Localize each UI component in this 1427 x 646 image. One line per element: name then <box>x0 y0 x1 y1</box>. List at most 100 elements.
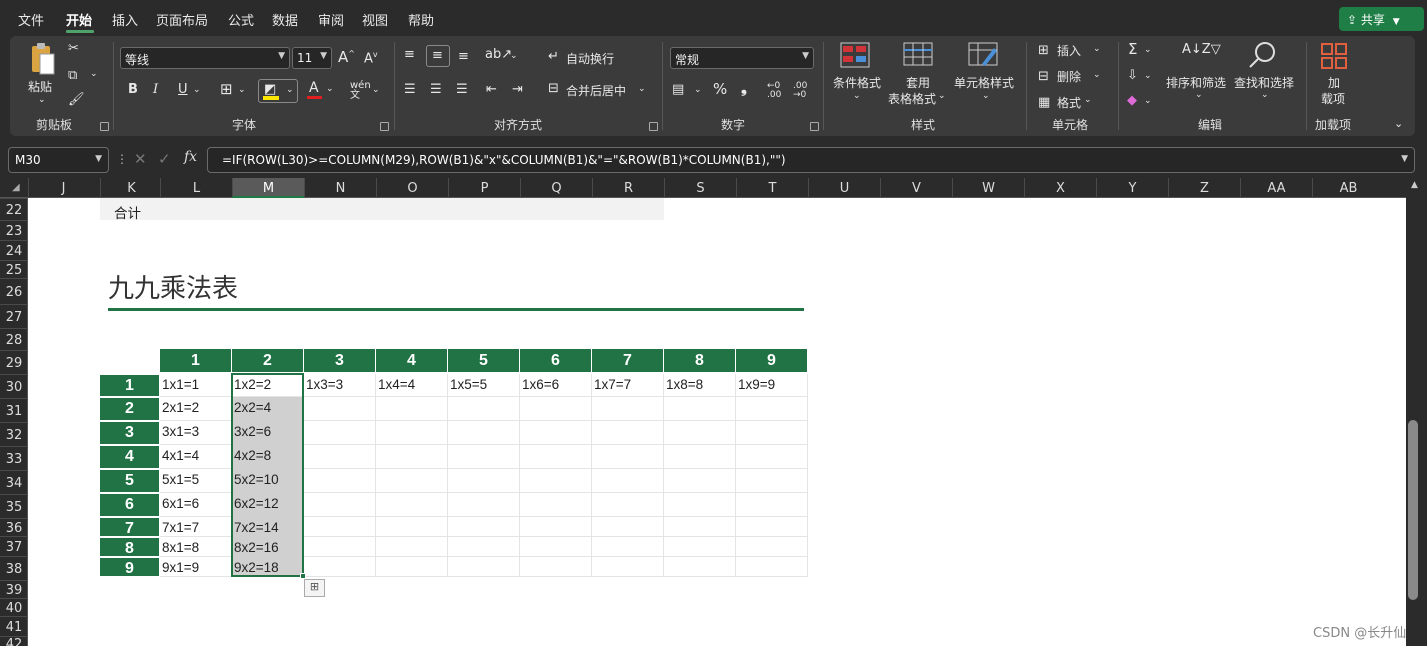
grid-cell[interactable] <box>520 537 592 557</box>
row-header-29[interactable]: 29 <box>0 350 28 374</box>
table-cell[interactable]: 2x2=4 <box>232 397 271 415</box>
name-box[interactable]: M30 ▼ <box>8 147 109 173</box>
column-number-header[interactable]: 8 <box>664 349 735 372</box>
orientation-icon[interactable]: ab↗ <box>485 48 512 61</box>
row-header-39[interactable]: 39 <box>0 580 28 598</box>
column-header-ab[interactable]: AB <box>1312 178 1384 198</box>
addins-button[interactable]: 载项 <box>1321 90 1345 107</box>
row-header-22[interactable]: 22 <box>0 198 28 220</box>
clear-icon[interactable]: ◆ <box>1127 94 1137 107</box>
row-header-36[interactable]: 36 <box>0 518 28 536</box>
grid-cell[interactable] <box>304 557 376 577</box>
more-options-icon[interactable]: ⋮ <box>116 152 128 166</box>
scrollbar-thumb[interactable] <box>1408 420 1418 600</box>
grid-cell[interactable] <box>664 421 736 445</box>
row-header-30[interactable]: 30 <box>0 374 28 398</box>
table-cell[interactable]: 2x1=2 <box>160 397 199 415</box>
grid-cell[interactable] <box>664 493 736 517</box>
grid-cell[interactable] <box>376 469 448 493</box>
row-number-header[interactable]: 3 <box>100 422 159 444</box>
table-cell[interactable]: 1x6=6 <box>520 374 559 392</box>
chevron-down-icon[interactable]: ⌄ <box>694 86 702 95</box>
format-as-table-icon[interactable] <box>903 42 933 68</box>
column-number-header[interactable]: 6 <box>520 349 591 372</box>
conditional-formatting-button[interactable]: 条件格式 <box>833 74 881 91</box>
grid-cell[interactable] <box>592 421 664 445</box>
grid-cell[interactable] <box>304 469 376 493</box>
grid-cell[interactable] <box>736 445 808 469</box>
bold-icon[interactable]: B <box>128 83 138 96</box>
total-label[interactable]: 合计 <box>112 199 141 222</box>
column-header-k[interactable]: K <box>100 178 162 198</box>
column-number-header[interactable]: 4 <box>376 349 447 372</box>
table-cell[interactable]: 1x4=4 <box>376 374 415 392</box>
grid-cell[interactable] <box>664 517 736 537</box>
align-left-icon[interactable]: ☰ <box>404 83 416 96</box>
row-header-33[interactable]: 33 <box>0 446 28 470</box>
grid-cell[interactable] <box>736 517 808 537</box>
column-header-l[interactable]: L <box>160 178 232 198</box>
column-header-o[interactable]: O <box>376 178 448 198</box>
cancel-icon[interactable]: ✕ <box>134 150 147 168</box>
chevron-down-icon[interactable]: ⌄ <box>938 92 946 101</box>
table-cell[interactable]: 5x2=10 <box>232 469 279 487</box>
autosum-icon[interactable]: Σ <box>1128 42 1137 57</box>
dialog-launcher-icon[interactable] <box>649 122 658 131</box>
align-center-icon[interactable]: ☰ <box>430 83 442 96</box>
grid-cell[interactable] <box>376 537 448 557</box>
column-header-s[interactable]: S <box>664 178 736 198</box>
column-header-u[interactable]: U <box>808 178 880 198</box>
menu-file[interactable]: 文件 <box>18 10 44 29</box>
column-header-z[interactable]: Z <box>1168 178 1240 198</box>
chevron-down-icon[interactable]: ⌄ <box>1261 91 1269 100</box>
table-cell[interactable]: 1x2=2 <box>232 374 271 392</box>
enter-icon[interactable]: ✓ <box>158 150 171 168</box>
row-header-34[interactable]: 34 <box>0 470 28 494</box>
find-select-icon[interactable] <box>1248 41 1278 69</box>
grid-cell[interactable] <box>448 537 520 557</box>
align-top-icon[interactable]: ≡ <box>404 48 415 61</box>
format-as-table-button[interactable]: 表格格式 <box>888 90 936 107</box>
column-header-x[interactable]: X <box>1024 178 1096 198</box>
percent-icon[interactable]: % <box>713 82 727 97</box>
delete-cells-button[interactable]: 删除 <box>1057 68 1081 85</box>
column-header-p[interactable]: P <box>448 178 520 198</box>
column-number-header[interactable]: 2 <box>232 349 303 372</box>
paste-icon[interactable] <box>28 42 56 76</box>
grid-cell[interactable] <box>736 557 808 577</box>
grid-cell[interactable] <box>304 537 376 557</box>
insert-function-icon[interactable]: fx <box>184 149 197 165</box>
grid-cell[interactable] <box>736 537 808 557</box>
row-header-37[interactable]: 37 <box>0 536 28 556</box>
grid-cell[interactable] <box>376 557 448 577</box>
column-header-v[interactable]: V <box>880 178 952 198</box>
insert-cells-button[interactable]: 插入 <box>1057 42 1081 59</box>
menu-view[interactable]: 视图 <box>362 10 388 29</box>
align-right-icon[interactable]: ☰ <box>456 83 468 96</box>
grid-cell[interactable] <box>592 493 664 517</box>
row-header-25[interactable]: 25 <box>0 260 28 278</box>
conditional-formatting-icon[interactable] <box>840 42 870 68</box>
grid-cell[interactable] <box>304 493 376 517</box>
grid-cell[interactable] <box>592 537 664 557</box>
grid-cell[interactable] <box>736 397 808 421</box>
column-number-header[interactable]: 9 <box>736 349 807 372</box>
grid-cell[interactable] <box>448 445 520 469</box>
grid-cell[interactable] <box>376 397 448 421</box>
row-number-header[interactable]: 6 <box>100 494 159 516</box>
addins-line1[interactable]: 加 <box>1328 74 1340 91</box>
row-header-26[interactable]: 26 <box>0 278 28 304</box>
column-header-r[interactable]: R <box>592 178 664 198</box>
grid-cell[interactable] <box>304 517 376 537</box>
grid-cell[interactable] <box>520 469 592 493</box>
ribbon-collapse-icon[interactable]: ⌄ <box>1394 118 1403 129</box>
chevron-down-icon[interactable]: ⌄ <box>1195 91 1203 100</box>
chevron-down-icon[interactable]: ⌄ <box>193 86 201 95</box>
chevron-down-icon[interactable]: ⌄ <box>1144 72 1152 81</box>
sort-filter-icon[interactable]: A↓Z▽ <box>1182 43 1221 56</box>
grid-cell[interactable] <box>592 445 664 469</box>
find-select-button[interactable]: 查找和选择 <box>1234 74 1294 91</box>
chevron-down-icon[interactable]: ⌄ <box>853 92 861 101</box>
row-number-header[interactable]: 9 <box>100 558 159 577</box>
menu-insert[interactable]: 插入 <box>112 10 138 29</box>
